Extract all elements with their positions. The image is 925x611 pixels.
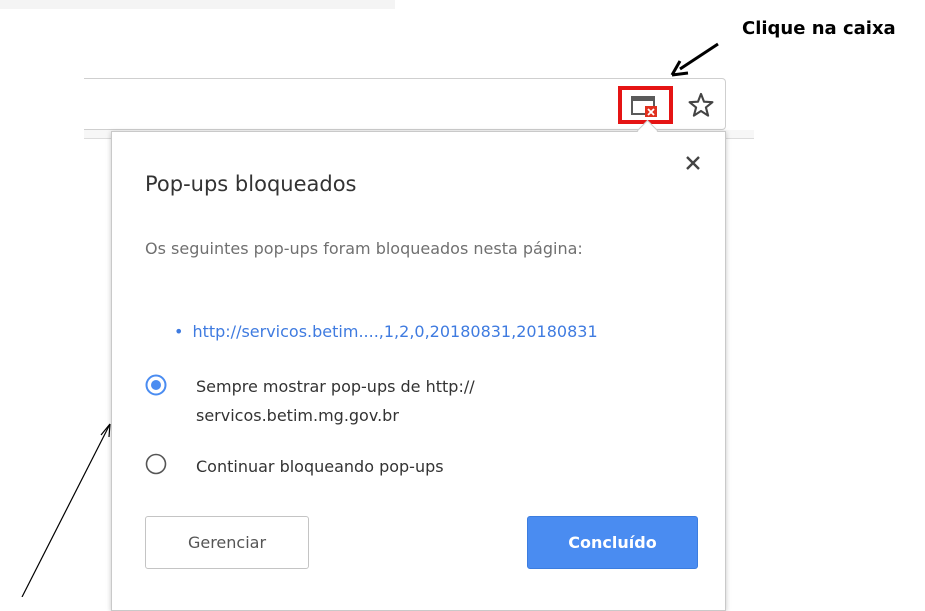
option-keep-blocking-label: Continuar bloqueando pop-ups <box>196 457 444 476</box>
option-always-show[interactable]: Sempre mostrar pop-ups de http:// servic… <box>196 372 475 430</box>
radio-unselected-icon[interactable] <box>145 453 167 475</box>
manage-button[interactable]: Gerenciar <box>145 516 309 569</box>
blocked-popup-link[interactable]: • http://servicos.betim....,1,2,0,2018083… <box>174 322 598 341</box>
blocked-popup-url[interactable]: http://servicos.betim....,1,2,0,20180831… <box>192 322 597 341</box>
option-keep-blocking[interactable]: Continuar bloqueando pop-ups <box>196 452 444 481</box>
option-always-show-line2: servicos.betim.mg.gov.br <box>196 406 399 425</box>
done-button[interactable]: Concluído <box>527 516 698 569</box>
star-icon[interactable] <box>687 91 715 119</box>
top-bar-remnant <box>0 0 395 9</box>
dialog-description: Os seguintes pop-ups foram bloqueados ne… <box>145 239 583 258</box>
close-icon[interactable] <box>683 153 703 173</box>
radio-selected-icon[interactable] <box>145 374 167 396</box>
option-always-show-line1: Sempre mostrar pop-ups de http:// <box>196 377 475 396</box>
arrow-to-icon-head <box>670 60 689 77</box>
annotation-label: Clique na caixa <box>742 18 896 39</box>
popup-blocked-icon[interactable] <box>618 86 673 124</box>
bullet: • <box>174 322 184 341</box>
dialog-title: Pop-ups bloqueados <box>145 172 357 196</box>
arrow-to-dialog-head <box>100 423 111 438</box>
arrow-to-dialog-line <box>21 423 111 597</box>
arrow-to-icon-line <box>679 42 719 71</box>
